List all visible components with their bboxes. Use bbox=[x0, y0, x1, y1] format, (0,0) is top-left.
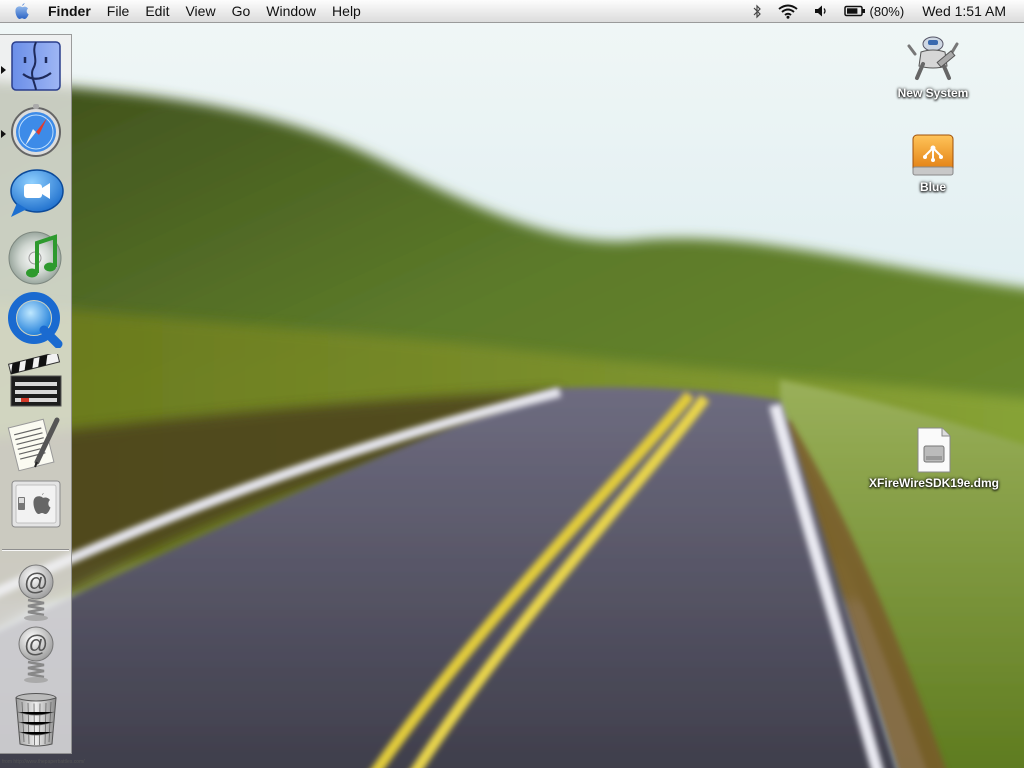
running-indicator-finder bbox=[1, 66, 6, 74]
quicktime-q-icon bbox=[8, 292, 63, 348]
battery-percent: (80%) bbox=[869, 3, 905, 19]
textedit-pen-icon bbox=[7, 417, 60, 472]
dock-item-safari[interactable] bbox=[6, 101, 66, 159]
firewire-drive-icon bbox=[912, 134, 954, 176]
desktop-icon-new-system[interactable]: New System bbox=[888, 34, 978, 100]
safari-compass-icon bbox=[11, 104, 61, 157]
dock-item-final-cut[interactable] bbox=[6, 353, 66, 411]
dock: @ @ bbox=[0, 34, 72, 754]
desktop-icon-label: Blue bbox=[919, 180, 946, 194]
light-switch-apple-icon bbox=[11, 480, 61, 528]
menu-bar: Finder File Edit View Go Window Help (80… bbox=[0, 0, 1024, 23]
wifi-icon bbox=[777, 4, 798, 19]
battery-fill bbox=[846, 8, 857, 14]
wifi-menu[interactable] bbox=[770, 0, 806, 22]
menu-file[interactable]: File bbox=[99, 0, 138, 22]
desktop[interactable] bbox=[0, 0, 1024, 768]
apple-menu[interactable] bbox=[0, 0, 40, 22]
ichat-camera-bubble-icon bbox=[10, 169, 64, 217]
installer-robot-icon bbox=[907, 36, 959, 80]
bluetooth-icon bbox=[753, 4, 761, 18]
dock-item-finder[interactable] bbox=[6, 37, 66, 95]
apple-logo-icon bbox=[15, 3, 29, 19]
dock-separator bbox=[2, 549, 69, 551]
dock-item-quicktime[interactable] bbox=[6, 291, 66, 349]
clapperboard-icon bbox=[7, 354, 62, 407]
desktop-icon-xfirewire-dmg[interactable]: XFireWireSDK19e.dmg bbox=[862, 426, 1006, 490]
desktop-icon-blue[interactable]: Blue bbox=[898, 132, 968, 194]
at-spring-icon: @ bbox=[18, 626, 54, 683]
menu-extras: (80%) Wed 1:51 AM bbox=[744, 0, 1024, 22]
menu-edit[interactable]: Edit bbox=[137, 0, 177, 22]
menu-finder[interactable]: Finder bbox=[40, 0, 99, 22]
menu-help[interactable]: Help bbox=[324, 0, 369, 22]
at-spring-icon: @ bbox=[18, 564, 54, 621]
menu-view[interactable]: View bbox=[177, 0, 223, 22]
running-indicator-safari bbox=[1, 130, 6, 138]
dock-item-trash[interactable] bbox=[6, 691, 66, 749]
itunes-cd-note-icon bbox=[8, 231, 62, 285]
menu-clock[interactable]: Wed 1:51 AM bbox=[912, 3, 1014, 19]
dock-item-folder-1[interactable]: @ bbox=[6, 563, 66, 621]
menu-window[interactable]: Window bbox=[258, 0, 324, 22]
finder-icon bbox=[11, 41, 61, 91]
svg-text:@: @ bbox=[24, 569, 48, 596]
svg-text:@: @ bbox=[24, 631, 48, 658]
dock-item-itunes[interactable] bbox=[6, 228, 66, 286]
menu-go[interactable]: Go bbox=[224, 0, 259, 22]
desktop-icon-label: New System bbox=[897, 86, 969, 100]
battery-icon bbox=[843, 5, 865, 17]
bluetooth-menu[interactable] bbox=[744, 0, 770, 22]
dock-item-textedit[interactable] bbox=[6, 415, 66, 473]
road-wallpaper bbox=[0, 0, 1024, 768]
trash-icon bbox=[15, 693, 57, 747]
battery-menu[interactable]: (80%) bbox=[836, 4, 913, 19]
dock-item-system-preferences[interactable] bbox=[6, 475, 66, 533]
volume-icon bbox=[814, 5, 826, 17]
desktop-icon-label: XFireWireSDK19e.dmg bbox=[869, 476, 999, 490]
disk-image-icon bbox=[917, 427, 951, 473]
volume-menu[interactable] bbox=[806, 0, 836, 22]
dock-item-ichat[interactable] bbox=[6, 165, 66, 223]
dock-item-folder-2[interactable]: @ bbox=[6, 625, 66, 683]
wallpaper-credit: from http://www.thepaperbattles.com/ bbox=[2, 759, 85, 765]
